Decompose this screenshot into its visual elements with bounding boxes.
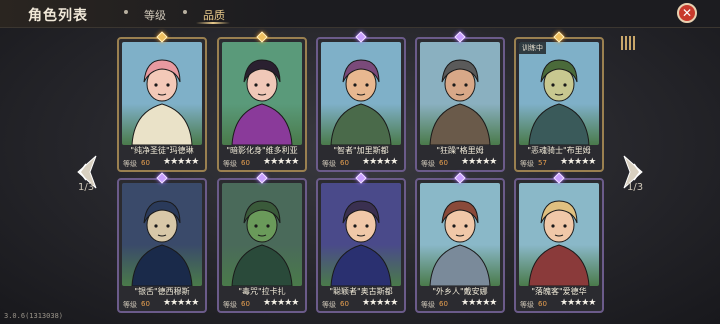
character-figure — [528, 200, 590, 286]
character-portrait — [420, 183, 500, 286]
level-label: 等级 — [223, 301, 237, 309]
character-name: "聪颖者"奥古斯都 — [329, 287, 393, 296]
page-title: 角色列表 — [28, 8, 88, 24]
character-card[interactable]: "银舌"德西穆斯等级 60 ★★★★★ — [117, 178, 207, 313]
level-value: 60 — [439, 159, 448, 167]
character-figure — [330, 59, 392, 145]
character-portrait — [222, 42, 302, 145]
character-figure — [528, 59, 590, 145]
character-portrait — [321, 42, 401, 145]
star-rating: ★★★★★ — [163, 157, 199, 167]
level-value: 60 — [538, 300, 547, 308]
character-name: "智者"加里斯都 — [333, 146, 389, 155]
level-label: 等级 — [322, 160, 336, 168]
character-portrait — [519, 42, 599, 145]
character-name: "狂躁"格里姆 — [436, 146, 484, 155]
character-name: "恶魂骑士"布里姆 — [527, 146, 591, 155]
character-name: "毒咒"拉卡扎 — [238, 287, 286, 296]
level-value: 60 — [340, 159, 349, 167]
star-rating: ★★★★★ — [461, 157, 497, 167]
character-name: "纯净圣徒"玛德琳 — [130, 146, 194, 155]
level-value: 60 — [439, 300, 448, 308]
character-card[interactable]: "暗影化身"维多利亚 等级 60 ★★★★★ — [217, 37, 307, 172]
level-value: 57 — [538, 159, 547, 167]
active-tab-indicator — [196, 22, 230, 24]
level-label: 等级 — [421, 301, 435, 309]
level-label: 等级 — [421, 160, 435, 168]
close-icon[interactable]: ✕ — [677, 3, 697, 23]
character-figure — [131, 59, 193, 145]
character-name: "暗影化身"维多利亚 — [226, 146, 298, 155]
training-status-badge: 训练中 — [519, 42, 546, 54]
character-card[interactable]: "外乡人"戴安娜等级 60 ★★★★★ — [415, 178, 505, 313]
star-rating: ★★★★★ — [163, 298, 199, 308]
character-figure — [429, 200, 491, 286]
character-name: "银舌"德西穆斯 — [134, 287, 190, 296]
star-rating: ★★★★★ — [263, 157, 299, 167]
star-rating: ★★★★★ — [560, 157, 596, 167]
level-value: 60 — [141, 300, 150, 308]
top-bar — [0, 0, 720, 28]
star-rating: ★★★★★ — [362, 157, 398, 167]
level-value: 60 — [340, 300, 349, 308]
star-rating: ★★★★★ — [560, 298, 596, 308]
level-label: 等级 — [123, 160, 137, 168]
character-portrait — [321, 183, 401, 286]
tab-bullet — [124, 10, 128, 14]
level-value: 60 — [241, 300, 250, 308]
level-label: 等级 — [520, 301, 534, 309]
version-text: 3.0.6(1313038) — [4, 312, 64, 320]
page-indicator-left: 1/3 — [78, 182, 95, 193]
character-figure — [330, 200, 392, 286]
character-figure — [429, 59, 491, 145]
character-portrait — [519, 183, 599, 286]
character-card[interactable]: "狂躁"格里姆 等级 60 ★★★★★ — [415, 37, 505, 172]
tab-quality[interactable]: 品质 — [203, 7, 225, 23]
level-label: 等级 — [123, 301, 137, 309]
star-rating: ★★★★★ — [263, 298, 299, 308]
character-portrait — [222, 183, 302, 286]
level-value: 60 — [241, 159, 250, 167]
character-card[interactable]: "毒咒"拉卡扎 等级 60 ★★★★★ — [217, 178, 307, 313]
character-card[interactable]: "落魄客"爱德华等级 60 ★★★★★ — [514, 178, 604, 313]
star-rating: ★★★★★ — [461, 298, 497, 308]
character-portrait — [122, 42, 202, 145]
page-indicator-right: 1/3 — [627, 182, 644, 193]
star-rating: ★★★★★ — [362, 298, 398, 308]
filter-menu-icon[interactable] — [620, 36, 636, 50]
character-card[interactable]: 训练中 "恶魂骑士"布里姆等级 57 ★★★★★ — [514, 37, 604, 172]
level-value: 60 — [141, 159, 150, 167]
character-portrait — [420, 42, 500, 145]
tab-bullet — [183, 10, 187, 14]
tab-level[interactable]: 等级 — [144, 7, 166, 23]
character-figure — [231, 59, 293, 145]
character-portrait — [122, 183, 202, 286]
character-name: "外乡人"戴安娜 — [432, 287, 488, 296]
character-card[interactable]: "纯净圣徒"玛德琳等级 60 ★★★★★ — [117, 37, 207, 172]
character-card[interactable]: "智者"加里斯都等级 60 ★★★★★ — [316, 37, 406, 172]
character-figure — [231, 200, 293, 286]
level-label: 等级 — [223, 160, 237, 168]
character-figure — [131, 200, 193, 286]
level-label: 等级 — [520, 160, 534, 168]
character-card[interactable]: "聪颖者"奥古斯都等级 60 ★★★★★ — [316, 178, 406, 313]
level-label: 等级 — [322, 301, 336, 309]
character-name: "落魄客"爱德华 — [531, 287, 587, 296]
